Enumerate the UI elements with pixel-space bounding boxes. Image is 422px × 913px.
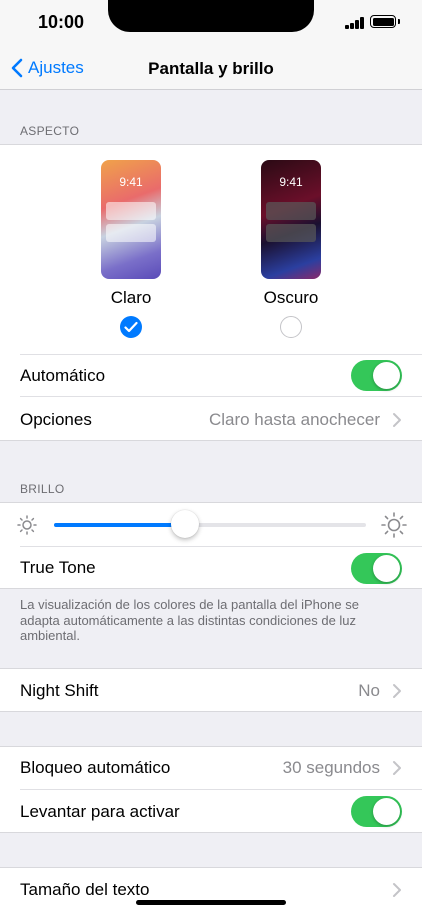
light-mode-radio[interactable] [120,316,142,338]
dark-mode-radio[interactable] [280,316,302,338]
automatic-row: Automático [20,354,422,397]
preview-time: 9:41 [119,175,143,189]
true-tone-toggle[interactable] [351,552,402,584]
page-title: Pantalla y brillo [148,59,274,78]
preview-notification [106,202,156,220]
lock-group: Bloqueo automático 30 segundos Levantar … [0,746,422,833]
text-group: Tamaño del texto [0,867,422,913]
preview-time: 9:41 [279,175,303,189]
chevron-right-icon [393,412,401,427]
status-bar: 10:00 [0,0,422,48]
section-header-brightness: BRILLO [20,482,65,496]
chevron-right-icon [393,882,401,897]
preview-notification [266,202,316,220]
battery-icon [370,15,400,28]
text-size-label: Tamaño del texto [20,879,150,899]
options-value: Claro hasta anochecer [208,409,380,429]
home-indicator[interactable] [136,900,286,905]
chevron-right-icon [393,683,401,698]
section-header-appearance: ASPECTO [20,124,80,138]
options-label: Opciones [20,409,92,429]
sun-large-icon [381,512,407,538]
auto-lock-row[interactable]: Bloqueo automático 30 segundos [20,747,422,790]
device-notch [108,0,314,32]
true-tone-label: True Tone [20,558,96,577]
preview-notification [106,224,156,242]
navigation-bar: Ajustes Pantalla y brillo [0,48,422,90]
signal-icon [345,17,365,29]
night-shift-label: Night Shift [20,680,99,700]
auto-lock-label: Bloqueo automático [20,758,171,777]
brightness-slider-fill [54,523,186,527]
night-shift-value: No [358,680,380,700]
true-tone-row: True Tone [20,546,422,589]
chevron-right-icon [393,761,401,775]
status-time: 10:00 [38,12,85,32]
auto-lock-value: 30 segundos [282,758,380,777]
brightness-slider-thumb[interactable] [171,510,200,538]
checkmark-icon [124,321,138,333]
raise-to-wake-row: Levantar para activar [20,790,422,833]
light-mode-label: Claro [110,288,152,307]
true-tone-description: La visualización de los colores de la pa… [20,597,359,643]
sun-small-icon [17,515,37,535]
raise-to-wake-toggle[interactable] [351,796,402,827]
options-row[interactable]: Opciones Claro hasta anochecer [20,398,422,441]
raise-to-wake-label: Levantar para activar [20,801,180,821]
dark-mode-preview[interactable]: 9:41 [261,160,321,279]
automatic-toggle[interactable] [351,360,402,391]
night-shift-row[interactable]: Night Shift No [20,669,422,712]
preview-notification [266,224,316,242]
automatic-label: Automático [20,365,106,385]
light-mode-preview[interactable]: 9:41 [101,160,161,279]
dark-mode-label: Oscuro [263,288,319,307]
night-shift-group: Night Shift No [0,668,422,712]
